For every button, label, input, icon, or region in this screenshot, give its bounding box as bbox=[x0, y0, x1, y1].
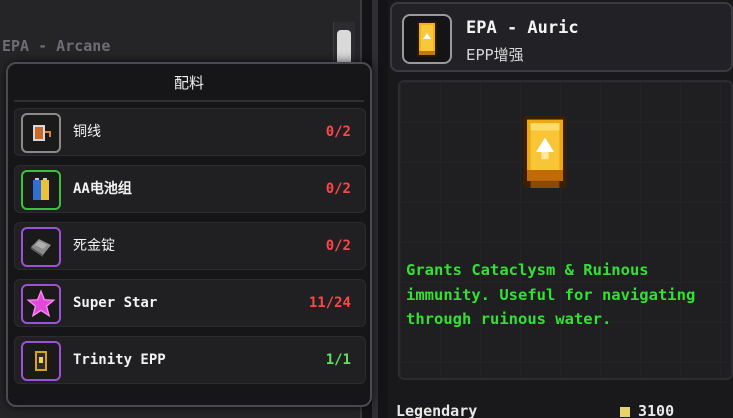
ingredient-count: 0/2 bbox=[325, 124, 351, 140]
trinity-epp-icon bbox=[21, 341, 61, 381]
ingredient-name: Super Star bbox=[73, 295, 158, 311]
item-title: EPA - Auric bbox=[466, 18, 579, 38]
coin-icon bbox=[620, 406, 630, 417]
item-description: Grants Cataclysm & Ruinous immunity. Use… bbox=[406, 261, 696, 328]
ingredient-row[interactable]: 死金锭 0/2 bbox=[14, 222, 366, 270]
popup-title: 配料 bbox=[173, 74, 204, 92]
dead-gold-ingot-icon bbox=[21, 227, 61, 267]
ingredient-name: 死金锭 bbox=[73, 238, 115, 254]
epa-auric-large-icon bbox=[516, 116, 574, 192]
copper-wire-icon bbox=[21, 113, 61, 153]
ingredient-count: 0/2 bbox=[325, 238, 351, 254]
ingredient-row[interactable]: Trinity EPP 1/1 bbox=[14, 336, 366, 384]
epa-auric-icon bbox=[402, 14, 452, 64]
item-subtitle: EPP增强 bbox=[466, 46, 524, 64]
title-divider bbox=[14, 100, 364, 102]
ingredient-row[interactable]: 铜线 0/2 bbox=[14, 108, 366, 156]
ingredient-count: 11/24 bbox=[308, 295, 351, 311]
ingredient-name: AA电池组 bbox=[73, 181, 132, 197]
ingredient-count: 0/2 bbox=[325, 181, 351, 197]
super-star-icon bbox=[21, 284, 61, 324]
ingredient-row[interactable]: Super Star 11/24 bbox=[14, 279, 366, 327]
aa-battery-icon bbox=[21, 170, 61, 210]
item-header: EPA - Auric EPP增强 bbox=[390, 2, 733, 72]
item-price: 3100 bbox=[620, 402, 674, 418]
ingredients-popup: 配料 铜线 0/2 AA电池组 0/2 死金锭 0/2 Super Star 1… bbox=[6, 62, 372, 407]
ingredient-name: Trinity EPP bbox=[73, 352, 166, 368]
item-rarity: Legendary bbox=[396, 402, 478, 418]
list-item[interactable]: EPA - Arcane bbox=[0, 30, 330, 62]
ingredient-count: 1/1 bbox=[325, 352, 351, 368]
item-detail-panel: EPA - Auric EPP增强 Grants Cataclysm & Rui… bbox=[388, 0, 733, 418]
ingredient-name: 铜线 bbox=[73, 124, 101, 140]
ingredient-row[interactable]: AA电池组 0/2 bbox=[14, 165, 366, 213]
